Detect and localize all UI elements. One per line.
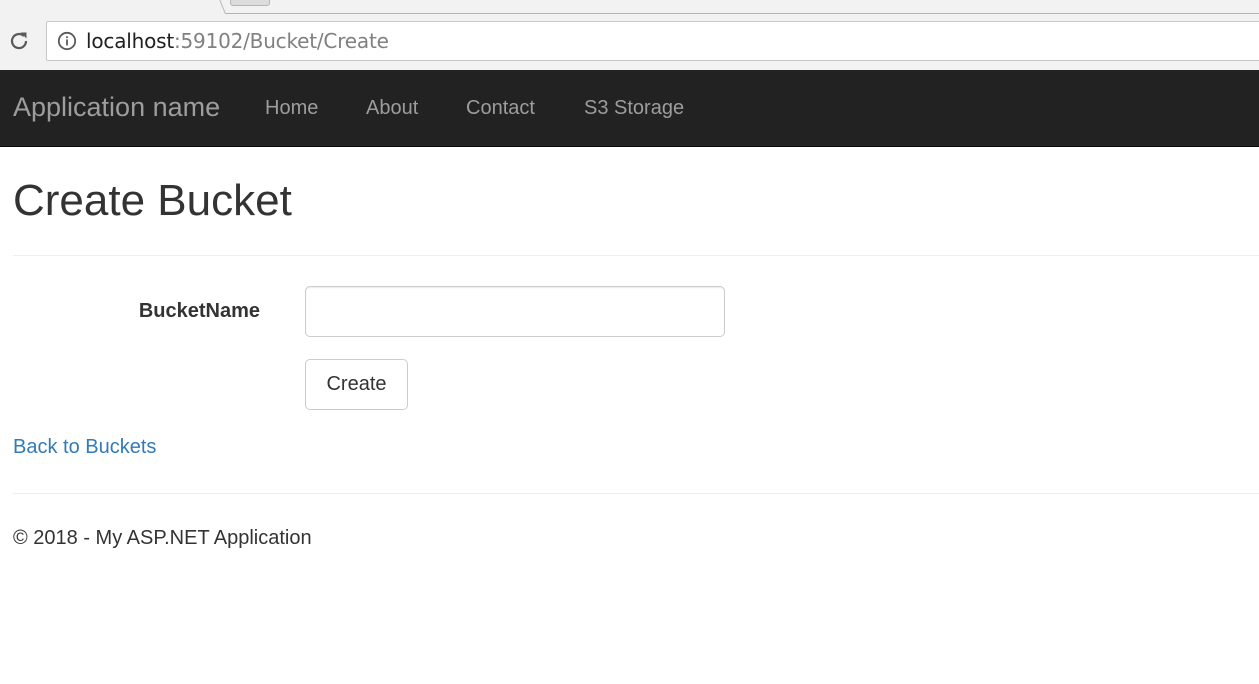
browser-toolbar: localhost:59102/Bucket/Create — [0, 14, 1259, 70]
url-host: localhost — [86, 29, 174, 53]
navbar: Application name Home About Contact S3 S… — [0, 70, 1259, 147]
nav-link-s3-storage[interactable]: S3 Storage — [584, 97, 684, 120]
title-divider — [13, 255, 1259, 256]
footer-copyright: © 2018 - My ASP.NET Application — [13, 527, 312, 549]
create-button[interactable]: Create — [305, 359, 408, 410]
back-to-buckets-link[interactable]: Back to Buckets — [13, 436, 156, 459]
address-url[interactable]: localhost:59102/Bucket/Create — [86, 29, 389, 53]
reload-icon[interactable] — [6, 28, 32, 54]
bucket-name-label: BucketName — [138, 300, 260, 322]
footer-divider — [13, 493, 1259, 494]
navbar-brand[interactable]: Application name — [13, 92, 220, 123]
address-bar[interactable]: localhost:59102/Bucket/Create — [46, 21, 1259, 61]
browser-tab[interactable] — [0, 0, 226, 14]
bucket-name-input[interactable] — [305, 286, 725, 337]
nav-link-home[interactable]: Home — [265, 97, 318, 120]
nav-link-contact[interactable]: Contact — [466, 97, 535, 120]
browser-tab-strip — [0, 0, 1259, 14]
new-tab-button[interactable] — [230, 0, 270, 6]
url-path: :59102/Bucket/Create — [173, 29, 389, 53]
info-icon[interactable] — [56, 30, 78, 52]
page-title: Create Bucket — [13, 176, 292, 225]
nav-link-about[interactable]: About — [366, 97, 418, 120]
